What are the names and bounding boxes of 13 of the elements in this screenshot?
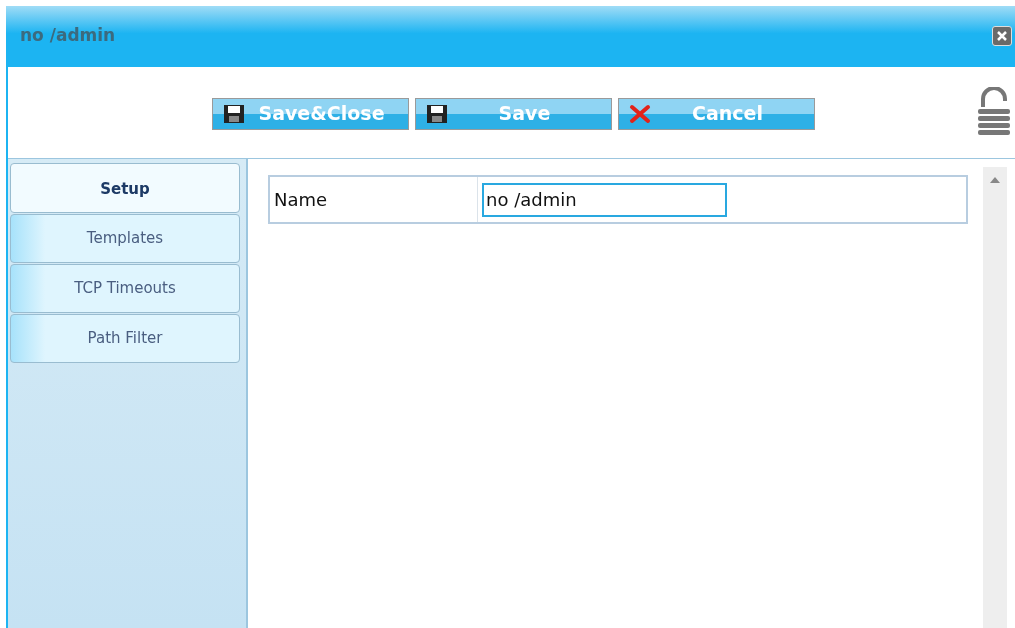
field-label: Name [274,188,328,212]
close-icon [629,103,651,124]
name-field[interactable]: no /admin [482,182,727,217]
unlocked-padlock-icon[interactable] [977,87,1011,135]
sidebar-tab[interactable]: Setup [10,163,240,213]
up-arrow-icon[interactable] [990,177,1000,183]
close-button[interactable] [992,26,1012,46]
scrollbar[interactable] [983,167,1007,628]
sidebar-tab[interactable]: TCP Timeouts [10,264,240,313]
sidebar-tab[interactable]: Path Filter [10,314,240,363]
window-title: no /admin [20,24,116,47]
sidebar-tab[interactable]: Templates [10,214,240,263]
close-icon [996,30,1008,42]
